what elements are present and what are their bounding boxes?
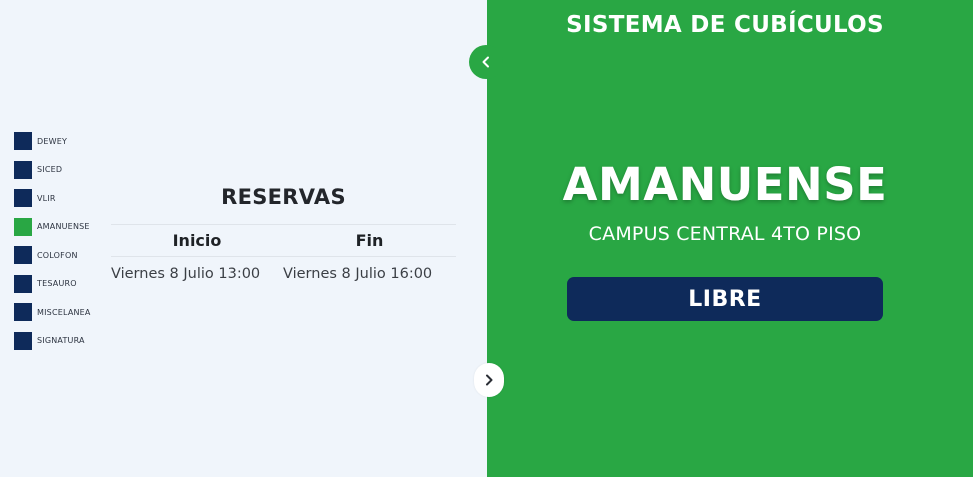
reservation-start: Viernes 8 Julio 13:00 [111,265,261,282]
reservation-end: Viernes 8 Julio 16:00 [283,265,433,282]
cubicle-status-swatch [14,246,32,264]
column-header-end: Fin [283,224,456,257]
cubicle-item-label: SICED [37,165,63,174]
cubicle-location: CAMPUS CENTRAL 4TO PISO [588,223,862,245]
cubicle-status-swatch [14,303,32,321]
cubicle-item-vlir[interactable]: VLIR [14,189,91,207]
cubicle-name: AMANUENSE [562,158,888,211]
cubicle-status-swatch [14,274,32,293]
cubicle-item-label: COLOFON [37,250,78,260]
cubicle-item-label: DEWEY [37,136,68,146]
cubicle-item-label: MISCELANEA [37,307,91,317]
cubicle-item-siced[interactable]: SICED [14,160,91,179]
table-header-row: Inicio Fin [111,224,456,257]
cubicle-status-panel: SISTEMA DE CUBÍCULOS AMANUENSE CAMPUS CE… [487,0,973,477]
cubicle-item-label: VLIR [37,193,56,203]
cubicle-item-label: SIGNATURA [37,336,85,345]
cubicle-item-dewey[interactable]: DEWEY [14,132,91,150]
cubicle-status-swatch [14,189,32,207]
cubicle-item-colofon[interactable]: COLOFON [14,246,91,264]
cubicle-item-amanuense[interactable]: AMANUENSE [14,217,91,236]
cubicle-status-swatch [14,217,32,236]
collapse-panel-button[interactable] [469,45,503,79]
cubicle-item-label: TESAURO [37,279,77,288]
cubicle-status-swatch [14,160,32,179]
cubicle-status-swatch [14,132,32,150]
reservations-panel: DEWEY SICED VLIR AMANUENSE COLOFON TESAU… [0,0,487,477]
cubicle-list: DEWEY SICED VLIR AMANUENSE COLOFON TESAU… [14,132,91,360]
reservations-section: RESERVAS Inicio Fin Viernes 8 Julio 13:0… [111,182,456,290]
column-header-start: Inicio [111,224,283,257]
cubicle-status-swatch [14,331,32,350]
cubicle-item-miscelanea[interactable]: MISCELANEA [14,303,91,321]
cubicle-item-tesauro[interactable]: TESAURO [14,274,91,293]
cubicle-item-label: AMANUENSE [37,222,90,231]
app-root: DEWEY SICED VLIR AMANUENSE COLOFON TESAU… [0,0,973,477]
reservations-title: RESERVAS [221,185,346,209]
chevron-right-icon [486,374,493,386]
app-title: SISTEMA DE CUBÍCULOS [566,12,884,38]
table-row: Viernes 8 Julio 13:00 Viernes 8 Julio 16… [111,257,456,291]
cubicle-item-signatura[interactable]: SIGNATURA [14,331,91,350]
reservations-table: Inicio Fin Viernes 8 Julio 13:00 Viernes… [111,224,456,290]
chevron-left-icon [482,56,489,68]
expand-panel-button[interactable] [474,363,504,397]
status-badge: LIBRE [567,277,883,321]
